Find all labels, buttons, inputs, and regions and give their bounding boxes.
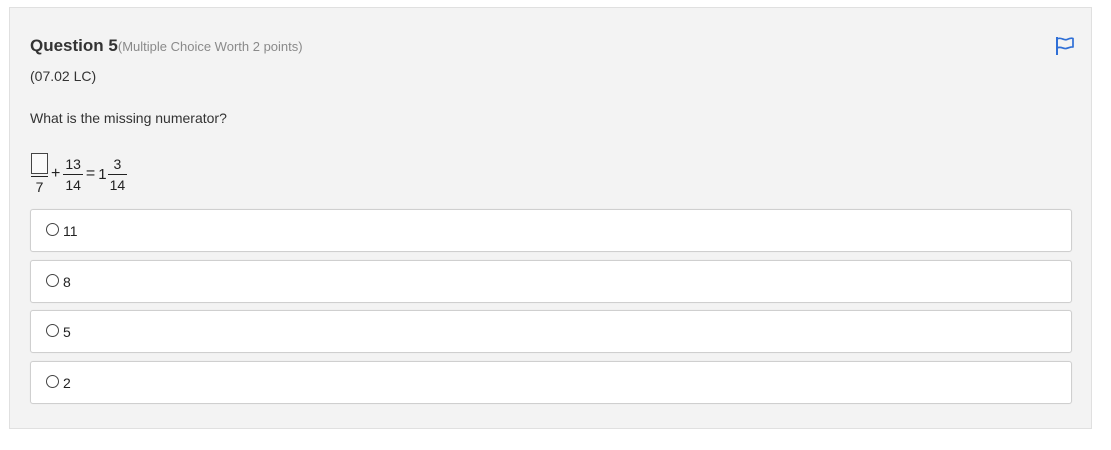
fraction-numerator: 13 <box>65 155 81 172</box>
question-code: (07.02 LC) <box>30 68 97 84</box>
answer-option-label: 8 <box>63 274 71 290</box>
fraction-bar <box>63 173 83 175</box>
fraction-denominator: 7 <box>35 179 44 195</box>
answer-option-4[interactable]: 2 <box>30 361 1072 404</box>
mixed-number-whole: 1 <box>98 165 107 183</box>
fraction-bar <box>31 176 48 177</box>
answer-option-3[interactable]: 5 <box>30 310 1072 353</box>
fraction-denominator: 14 <box>65 176 81 193</box>
radio-button[interactable] <box>46 324 59 337</box>
answer-option-label: 2 <box>63 375 71 391</box>
radio-button[interactable] <box>46 375 59 388</box>
equals-sign: = <box>85 165 96 182</box>
fraction-result: 3 14 <box>107 155 128 193</box>
fraction-numerator: 3 <box>113 155 122 172</box>
plus-sign: + <box>51 165 61 182</box>
fraction-bar <box>107 173 128 175</box>
question-card: Question 5(Multiple Choice Worth 2 point… <box>9 7 1092 429</box>
equation: 7 + 13 14 = 1 3 14 <box>30 150 128 198</box>
answer-option-2[interactable]: 8 <box>30 260 1072 303</box>
answer-option-label: 5 <box>63 324 71 340</box>
question-header: Question 5(Multiple Choice Worth 2 point… <box>30 36 303 56</box>
missing-numerator-box <box>31 153 48 174</box>
question-worth: (Multiple Choice Worth 2 points) <box>117 39 303 54</box>
radio-button[interactable] <box>46 274 59 287</box>
radio-button[interactable] <box>46 223 59 236</box>
flag-icon <box>1056 37 1074 55</box>
answer-option-1[interactable]: 11 <box>30 209 1072 252</box>
question-title: Question 5 <box>30 36 118 55</box>
fraction-unknown: 7 <box>31 153 48 195</box>
fraction-addend: 13 14 <box>63 156 83 193</box>
question-prompt: What is the missing numerator? <box>30 110 227 126</box>
answer-option-label: 11 <box>63 223 78 239</box>
flag-question-button[interactable] <box>1054 35 1076 57</box>
fraction-denominator: 14 <box>109 176 126 193</box>
